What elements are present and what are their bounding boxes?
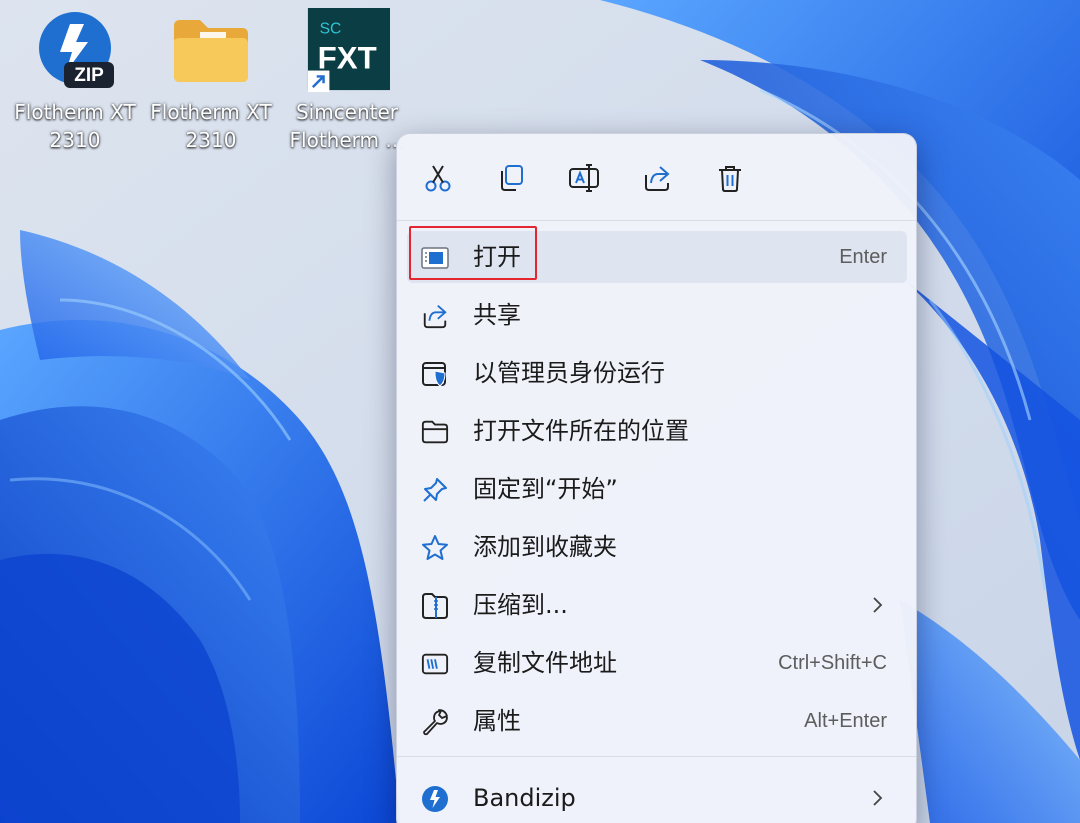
menu-item-run-as-admin[interactable]: 以管理员身份运行 bbox=[407, 347, 907, 399]
bandizip-zip-icon: ZIP bbox=[32, 8, 118, 94]
rename-icon bbox=[569, 164, 599, 192]
menu-item-label: 打开文件所在的位置 bbox=[473, 417, 689, 445]
share-icon bbox=[645, 166, 670, 191]
desktop-icon-flotherm-folder[interactable]: Flotherm XT 2310 bbox=[145, 8, 277, 158]
menu-item-label: 打开 bbox=[473, 243, 521, 271]
star-icon bbox=[421, 534, 449, 562]
menu-item-open[interactable]: 打开 Enter bbox=[407, 231, 907, 283]
menu-item-properties[interactable]: 属性 Alt+Enter bbox=[407, 695, 907, 747]
share-icon bbox=[421, 302, 449, 330]
menu-item-label: 以管理员身份运行 bbox=[473, 359, 665, 387]
menu-item-label: 共享 bbox=[473, 301, 521, 329]
menu-item-share[interactable]: 共享 bbox=[407, 289, 907, 341]
menu-item-compress-to[interactable]: 压缩到... bbox=[407, 579, 907, 631]
bandizip-icon bbox=[421, 785, 449, 813]
menu-item-label: 属性 bbox=[473, 707, 521, 735]
menu-item-shortcut: Enter bbox=[839, 246, 887, 268]
menu-item-bandizip[interactable]: Bandizip bbox=[407, 772, 907, 823]
scissors-icon bbox=[425, 165, 451, 192]
copy-button[interactable] bbox=[487, 154, 535, 202]
menu-item-pin-to-start[interactable]: 固定到“开始” bbox=[407, 463, 907, 515]
app-window-icon bbox=[421, 244, 449, 272]
menu-item-copy-file-path[interactable]: 复制文件地址 Ctrl+Shift+C bbox=[407, 637, 907, 689]
menu-item-label: Bandizip bbox=[473, 784, 576, 812]
admin-shield-icon bbox=[421, 360, 449, 388]
menu-item-label: 压缩到... bbox=[473, 591, 568, 619]
caption-line: 2310 bbox=[49, 128, 101, 152]
copy-icon bbox=[501, 165, 523, 191]
rename-button[interactable] bbox=[560, 154, 608, 202]
desktop-icon-simcenter-flotherm[interactable]: SC FXT Simcenter Flotherm ... bbox=[281, 8, 413, 158]
menu-item-open-file-location[interactable]: 打开文件所在的位置 bbox=[407, 405, 907, 457]
menu-item-label: 固定到“开始” bbox=[473, 475, 618, 503]
chevron-right-icon bbox=[873, 790, 883, 806]
zip-badge-text: ZIP bbox=[74, 65, 104, 86]
menu-item-add-to-favorites[interactable]: 添加到收藏夹 bbox=[407, 521, 907, 573]
share-button[interactable] bbox=[633, 154, 681, 202]
caption-line: Flotherm ... bbox=[289, 128, 405, 152]
cut-button[interactable] bbox=[414, 154, 462, 202]
fxt-title: FXT bbox=[318, 41, 377, 76]
menu-item-shortcut: Ctrl+Shift+C bbox=[778, 652, 887, 674]
quick-actions-bar bbox=[397, 134, 916, 221]
folder-icon bbox=[168, 8, 254, 94]
folder-outline-icon bbox=[421, 418, 449, 446]
caption-line: Flotherm XT bbox=[150, 100, 272, 124]
delete-button[interactable] bbox=[706, 154, 754, 202]
menu-item-shortcut: Alt+Enter bbox=[804, 710, 887, 732]
desktop-icon-caption: Flotherm XT 2310 bbox=[150, 98, 271, 154]
menu-item-label: 复制文件地址 bbox=[473, 649, 617, 677]
copy-path-icon bbox=[421, 650, 449, 678]
menu-divider bbox=[397, 220, 916, 221]
desktop-icon-caption: Simcenter Flotherm ... bbox=[290, 98, 405, 154]
menu-divider bbox=[397, 756, 916, 757]
wrench-icon bbox=[421, 708, 449, 736]
desktop-icon-caption: Flotherm XT 2310 bbox=[14, 98, 135, 154]
menu-item-label: 添加到收藏夹 bbox=[473, 533, 617, 561]
zip-folder-icon bbox=[421, 592, 449, 620]
pin-icon bbox=[421, 476, 449, 504]
caption-line: Simcenter bbox=[295, 100, 399, 124]
context-menu: 打开 Enter 共享 以管理员身份运行 打开文件所在的位置 固定到“开始” 添… bbox=[396, 133, 917, 823]
chevron-right-icon bbox=[873, 597, 883, 613]
caption-line: 2310 bbox=[185, 128, 237, 152]
trash-icon bbox=[719, 166, 741, 192]
fxt-subtitle: SC bbox=[320, 20, 342, 37]
simcenter-fxt-shortcut-icon: SC FXT bbox=[304, 8, 390, 94]
caption-line: Flotherm XT bbox=[14, 100, 136, 124]
desktop-icon-flotherm-zip[interactable]: ZIP Flotherm XT 2310 bbox=[9, 8, 141, 158]
